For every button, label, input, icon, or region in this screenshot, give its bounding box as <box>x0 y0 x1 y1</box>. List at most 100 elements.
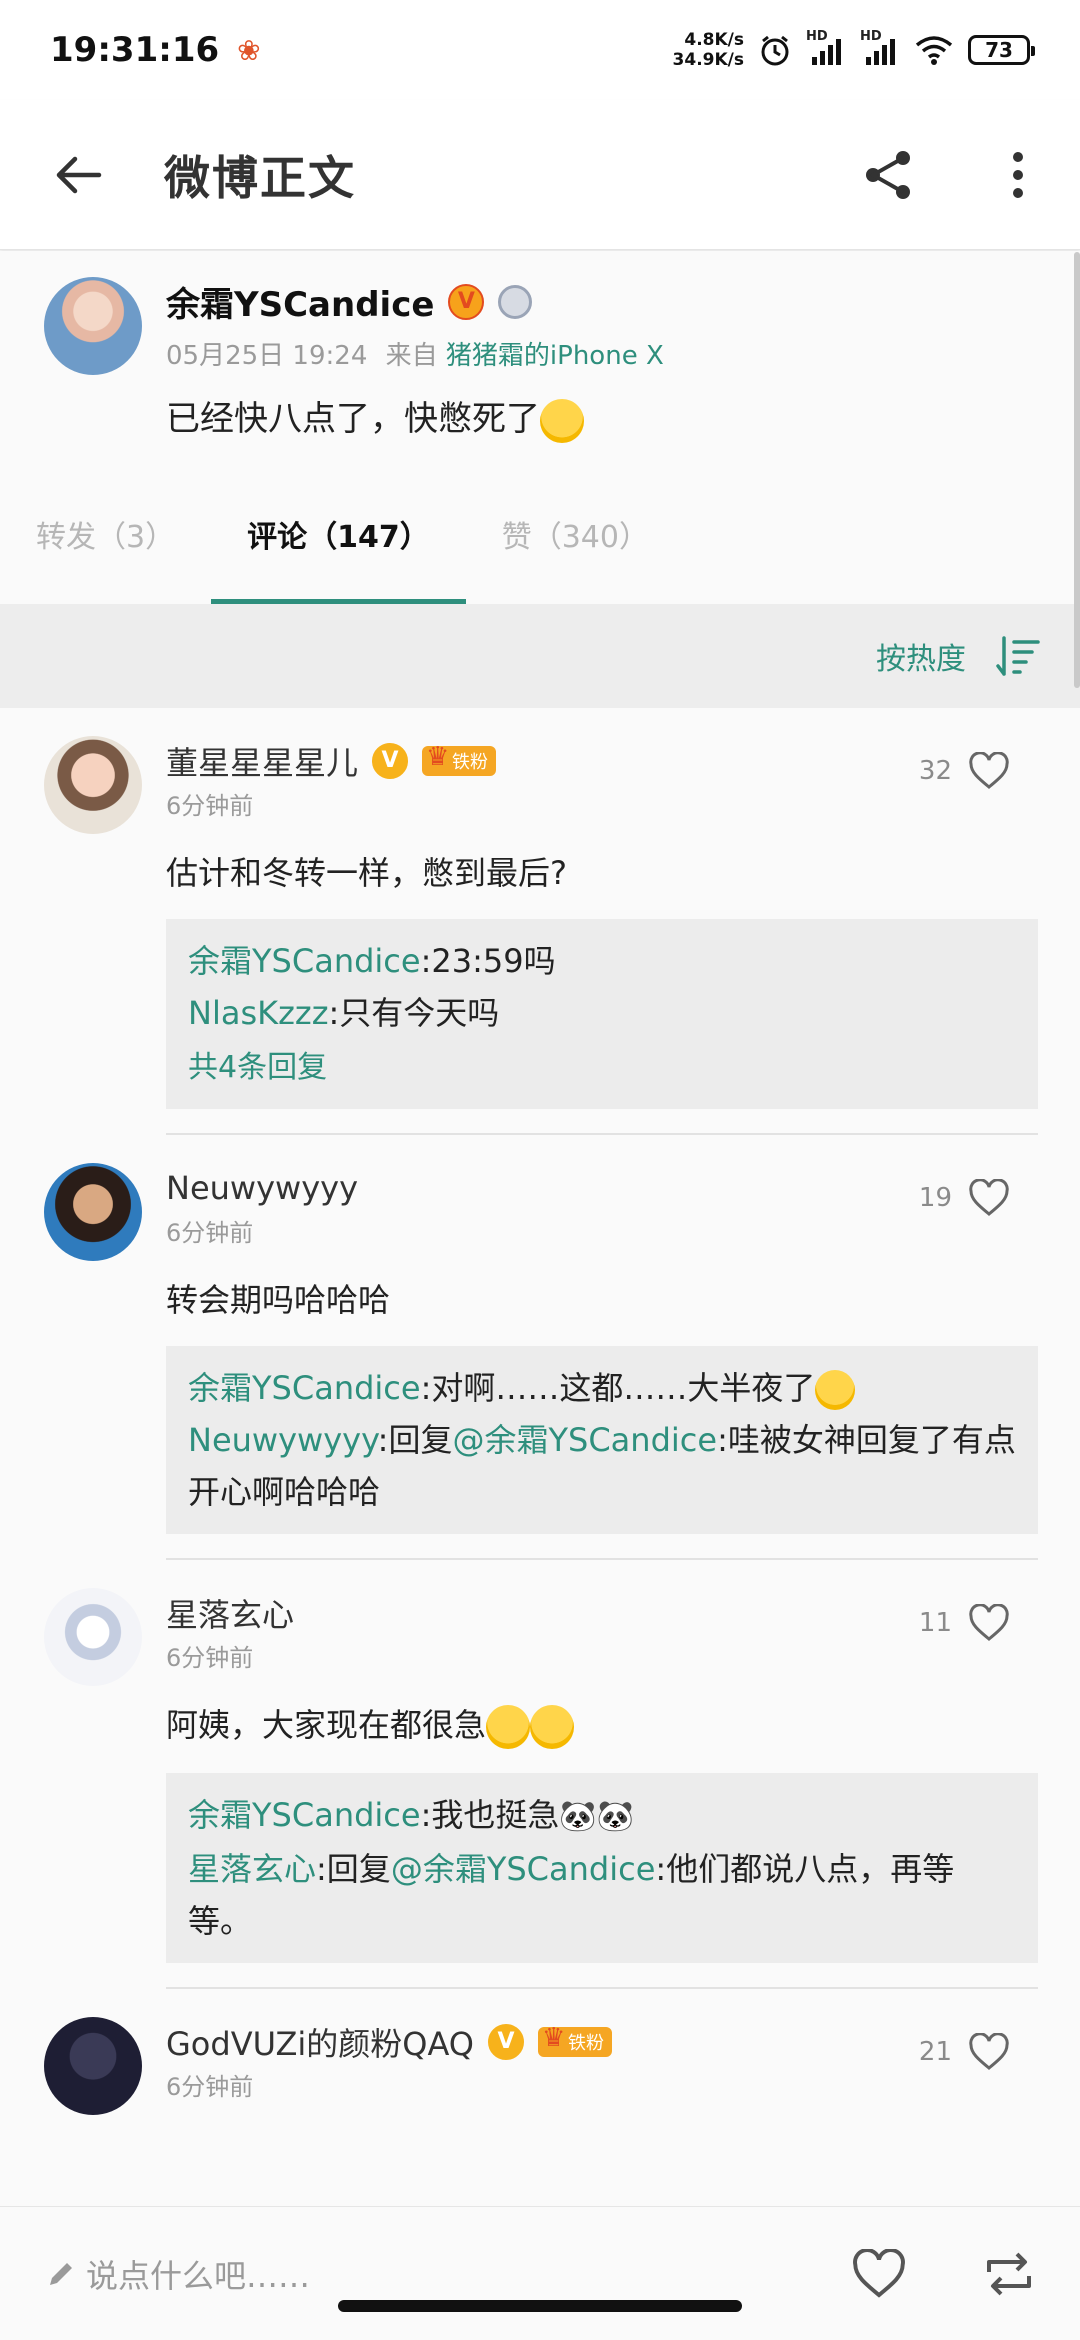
reply-user[interactable]: 余霜YSCandice <box>188 1369 421 1407</box>
comment-header: GodVUZi的颜粉QAQ V 铁粉 <box>166 2017 1038 2067</box>
like-count: 32 <box>918 756 952 786</box>
verified-badge-icon: V <box>372 743 409 779</box>
comment-input[interactable]: 说点什么吧…… <box>46 2251 310 2297</box>
post-source[interactable]: 猪猪霜的iPhone X <box>446 341 664 371</box>
commenter-name[interactable]: 星落玄心 <box>166 1590 294 1636</box>
comment-like[interactable]: 11 <box>919 1604 1010 1642</box>
commenter-name[interactable]: GodVUZi的颜粉QAQ <box>166 2019 474 2065</box>
tab-comments[interactable]: 评论（147） <box>211 471 466 604</box>
reply-item: 余霜YSCandice:我也挺急🐼🐼 <box>188 1789 1016 1843</box>
signal-icon: HD <box>860 29 900 67</box>
reply-item: 余霜YSCandice:23:59吗 <box>188 935 1016 987</box>
scrollbar[interactable] <box>1074 252 1080 688</box>
signal-label: HD <box>860 29 882 44</box>
commenter-name[interactable]: Neuwywyyy <box>166 1169 358 1207</box>
commenter-avatar[interactable] <box>44 736 142 834</box>
post-content: 已经快八点了，快憋死了 <box>166 391 584 443</box>
reply-box[interactable]: 余霜YSCandice:对啊……这都……大半夜了 Neuwywyyy:回复@余霜… <box>166 1346 1038 1534</box>
dizzy-face-icon <box>815 1370 856 1410</box>
comment-text: 估计和冬转一样，憋到最后? <box>166 854 567 892</box>
fan-badge: 铁粉 <box>422 742 497 776</box>
repost-icon <box>987 2252 1031 2295</box>
commenter-avatar[interactable] <box>44 1163 142 1261</box>
comment-text: 阿姨，大家现在都很急 <box>166 1703 1038 1749</box>
back-arrow-icon <box>56 156 102 193</box>
sort-label[interactable]: 按热度 <box>876 634 966 678</box>
comment-header: 董星星星星儿 V 铁粉 <box>166 736 1038 786</box>
reply-text: :对啊……这都……大半夜了 <box>420 1369 816 1407</box>
post-author[interactable]: 余霜YSCandice <box>166 277 434 326</box>
reply-item: NlasKzzz:只有今天吗 <box>188 987 1016 1039</box>
comment-time: 6分钟前 <box>166 792 254 820</box>
home-indicator[interactable] <box>338 2300 742 2312</box>
more-replies-link[interactable]: 共4条回复 <box>188 1043 1016 1093</box>
share-button[interactable] <box>848 135 928 215</box>
status-bar: 19:31:16 ❀ 4.8K/s 34.9K/s HD HD 73 <box>0 0 1080 100</box>
comment-item: GodVUZi的颜粉QAQ V 铁粉 21 6分钟前 <box>0 1989 1080 2115</box>
verified-badge-icon: V <box>487 2024 524 2060</box>
page-title: 微博正文 <box>164 150 356 205</box>
like-count: 21 <box>918 2037 952 2067</box>
reply-user[interactable]: 余霜YSCandice <box>188 1796 421 1834</box>
comment-like[interactable]: 21 <box>919 2033 1010 2071</box>
reply-mention[interactable]: @余霜YSCandice <box>391 1850 656 1888</box>
net-up: 4.8K/s <box>684 30 744 50</box>
alarm-icon <box>761 35 789 66</box>
comment-item: 董星星星星儿 V 铁粉 32 6分钟前 估计和冬转一样，憋到最后? 余霜YSCa… <box>0 708 1080 1109</box>
comment-item: 星落玄心 11 6分钟前 阿姨，大家现在都很急 余霜YSCandice:我也挺急… <box>0 1560 1080 1963</box>
tab-likes[interactable]: 赞（340） <box>466 471 685 604</box>
commenter-name[interactable]: 董星星星星儿 <box>166 738 358 784</box>
reply-box[interactable]: 余霜YSCandice:23:59吗 NlasKzzz:只有今天吗 共4条回复 <box>166 919 1038 1109</box>
comment-list: 董星星星星儿 V 铁粉 32 6分钟前 估计和冬转一样，憋到最后? 余霜YSCa… <box>0 708 1080 2208</box>
app-notification-icon: ❀ <box>237 33 261 67</box>
status-time: 19:31:16 <box>50 30 220 70</box>
comment-like[interactable]: 32 <box>919 752 1010 790</box>
reply-box[interactable]: 余霜YSCandice:我也挺急🐼🐼 星落玄心:回复@余霜YSCandice:他… <box>166 1773 1038 1963</box>
post-author-row: 余霜YSCandice V <box>166 277 533 326</box>
pencil-icon <box>50 2262 72 2285</box>
reply-text: :回复 <box>316 1850 391 1888</box>
share-icon <box>866 150 910 199</box>
sort-icon[interactable] <box>996 636 1040 676</box>
fan-badge: 铁粉 <box>537 2023 612 2057</box>
commenter-avatar[interactable] <box>44 2017 142 2115</box>
reply-user[interactable]: NlasKzzz <box>188 994 328 1032</box>
reply-user[interactable]: 余霜YSCandice <box>188 942 421 980</box>
comment-time: 6分钟前 <box>166 1219 254 1247</box>
repost-button[interactable] <box>974 2239 1044 2309</box>
app-toolbar: 微博正文 <box>0 100 1080 250</box>
commenter-avatar[interactable] <box>44 1588 142 1686</box>
reply-item: 余霜YSCandice:对啊……这都……大半夜了 <box>188 1362 1016 1414</box>
reply-text: :23:59吗 <box>420 942 556 980</box>
battery-icon: 73 <box>968 35 1035 65</box>
author-avatar[interactable] <box>44 277 142 375</box>
comment-text: 转会期吗哈哈哈 <box>166 1281 391 1319</box>
tab-reposts[interactable]: 转发（3） <box>0 471 211 604</box>
comment-header: Neuwywyyy <box>166 1163 1038 1213</box>
like-button[interactable] <box>844 2239 914 2309</box>
comment-time: 6分钟前 <box>166 2073 254 2101</box>
heart-icon <box>969 752 1009 789</box>
post-date: 05月25日 19:24 <box>166 341 368 371</box>
dizzy-face-icon <box>540 398 584 443</box>
heart-icon <box>969 1179 1009 1216</box>
comment-text-body: 阿姨，大家现在都很急 <box>166 1706 487 1744</box>
signal-label: HD <box>806 29 828 44</box>
like-count: 19 <box>918 1183 952 1213</box>
like-count: 11 <box>918 1608 952 1638</box>
medal-icon <box>498 284 533 319</box>
laughing-face-icon <box>530 1705 575 1749</box>
sort-bar: 按热度 <box>0 604 1080 708</box>
reply-user[interactable]: 星落玄心 <box>188 1850 316 1888</box>
comment-header: 星落玄心 <box>166 1588 1038 1638</box>
heart-icon <box>969 2033 1009 2070</box>
more-button[interactable] <box>978 135 1058 215</box>
reply-user[interactable]: Neuwywyyy <box>188 1421 378 1459</box>
status-icons: 4.8K/s 34.9K/s HD HD 73 <box>673 29 1035 70</box>
wifi-icon <box>915 36 953 65</box>
reply-mention[interactable]: @余霜YSCandice <box>452 1421 717 1459</box>
comment-like[interactable]: 19 <box>919 1179 1010 1217</box>
back-button[interactable] <box>38 135 118 215</box>
reply-item: 星落玄心:回复@余霜YSCandice:他们都说八点，再等等。 <box>188 1843 1016 1947</box>
more-vert-icon <box>1013 151 1023 198</box>
